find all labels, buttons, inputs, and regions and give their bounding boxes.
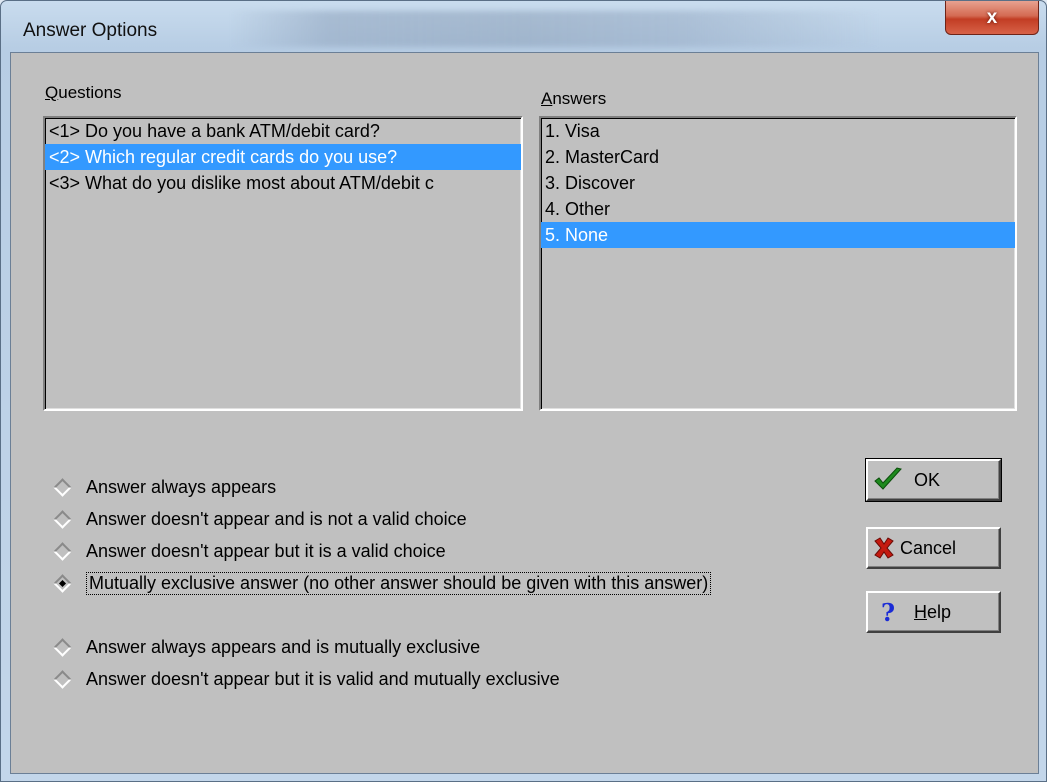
option-not-appear-not-valid[interactable]: Answer doesn't appear and is not a valid… [51, 506, 467, 532]
dialog-body: Questions <1> Do you have a bank ATM/deb… [10, 52, 1039, 774]
option-label: Mutually exclusive answer (no other answ… [86, 571, 712, 595]
radio-diamond-selected-icon [53, 573, 72, 593]
close-icon: x [986, 6, 998, 28]
answer-item-4[interactable]: 4. Other [541, 196, 1015, 222]
radio-diamond-icon [53, 477, 72, 497]
question-item-3[interactable]: <3> What do you dislike most about ATM/d… [45, 170, 521, 196]
question-item-1[interactable]: <1> Do you have a bank ATM/debit card? [45, 118, 521, 144]
option-label: Answer always appears and is mutually ex… [86, 636, 481, 657]
option-always-appears-exclusive[interactable]: Answer always appears and is mutually ex… [51, 634, 480, 660]
close-button[interactable]: x [945, 1, 1039, 35]
answer-item-1[interactable]: 1. Visa [541, 118, 1015, 144]
answer-item-2[interactable]: 2. MasterCard [541, 144, 1015, 170]
questions-label: Questions [45, 83, 122, 102]
question-icon: ? [880, 597, 896, 627]
option-always-appears[interactable]: Answer always appears [51, 474, 276, 500]
window-frame: Answer Options x Questions <1> Do you ha… [0, 0, 1047, 782]
answer-item-5[interactable]: 5. None [541, 222, 1015, 248]
check-icon [868, 467, 908, 493]
title-bar-background [231, 11, 881, 47]
option-not-appear-valid-exclusive[interactable]: Answer doesn't appear but it is valid an… [51, 666, 560, 692]
cancel-button[interactable]: Cancel [866, 527, 1001, 569]
window-title: Answer Options [23, 20, 158, 41]
radio-diamond-icon [53, 669, 72, 689]
option-not-appear-valid[interactable]: Answer doesn't appear but it is a valid … [51, 538, 446, 564]
option-label: Answer doesn't appear and is not a valid… [86, 508, 467, 529]
radio-diamond-icon [53, 541, 72, 561]
ok-button[interactable]: OK [865, 458, 1002, 502]
answers-listbox[interactable]: 1. Visa 2. MasterCard 3. Discover 4. Oth… [539, 116, 1017, 411]
option-mutually-exclusive[interactable]: Mutually exclusive answer (no other answ… [51, 570, 712, 596]
option-label: Answer always appears [86, 476, 277, 497]
x-icon [868, 536, 900, 560]
radio-diamond-icon [53, 637, 72, 657]
option-label: Answer doesn't appear but it is a valid … [86, 540, 446, 561]
answer-item-3[interactable]: 3. Discover [541, 170, 1015, 196]
answers-label: Answers [541, 89, 607, 108]
help-button[interactable]: ? Help [866, 591, 1001, 633]
question-item-2[interactable]: <2> Which regular credit cards do you us… [45, 144, 521, 170]
questions-listbox[interactable]: <1> Do you have a bank ATM/debit card? <… [43, 116, 523, 411]
option-label: Answer doesn't appear but it is valid an… [86, 668, 560, 689]
radio-diamond-icon [53, 509, 72, 529]
